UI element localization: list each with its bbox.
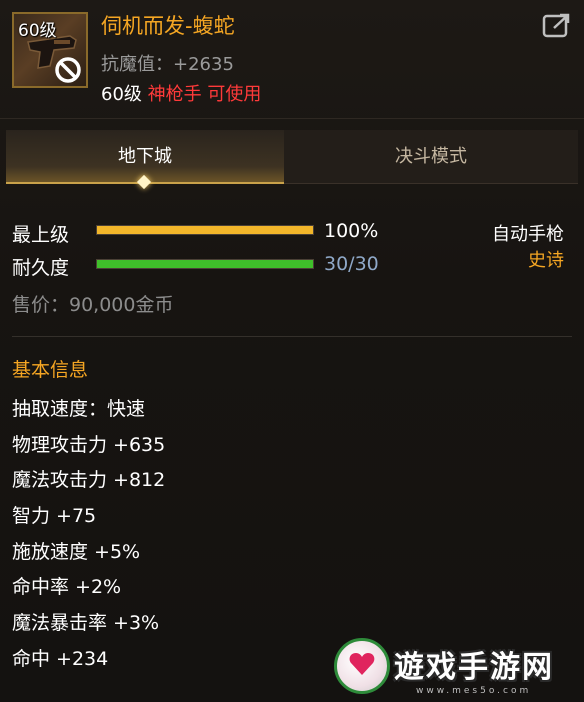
grade-bar [96, 225, 314, 235]
item-magic-resist: 抗魔值：+2635 [101, 54, 234, 75]
watermark-text: 遊戏手游网 [394, 650, 554, 685]
sell-price: 售价：90,000金币 [12, 294, 174, 316]
item-icon-frame[interactable]: 60级 [12, 12, 88, 88]
required-level: 60级 [101, 84, 142, 105]
tab-pvp[interactable]: 决斗模式 [284, 130, 578, 184]
item-level-badge: 60级 [18, 21, 57, 41]
item-requirement: 60级 神枪手 可使用 [101, 80, 261, 106]
attr-magic-crit: 魔法暴击率 +3% [12, 612, 160, 635]
grade-value: 100% [324, 220, 379, 242]
heart-logo-icon [349, 653, 375, 675]
attr-cast-speed: 施放速度 +5% [12, 540, 141, 563]
section-divider [12, 336, 572, 337]
item-name: 伺机而发-蝮蛇 [101, 14, 235, 38]
durability-value: 30/30 [324, 253, 379, 275]
durability-label: 耐久度 [12, 257, 70, 279]
attr-intelligence: 智力 +75 [12, 505, 97, 528]
durability-bar [96, 259, 314, 269]
attr-magic-attack: 魔法攻击力 +812 [12, 469, 166, 492]
item-header: 60级 伺机而发-蝮蛇 抗魔值：+2635 60级 神枪手 可使用 [0, 0, 584, 118]
site-watermark: 遊戏手游网 www.mes5o.com [326, 636, 584, 702]
attr-physical-attack: 物理攻击力 +635 [12, 433, 166, 456]
attribute-list: 抽取速度：快速 物理攻击力 +635 魔法攻击力 +812 智力 +75 施放速… [12, 394, 165, 680]
attr-draw-speed: 抽取速度：快速 [12, 398, 146, 420]
share-icon[interactable] [542, 12, 572, 38]
grade-label: 最上级 [12, 224, 70, 246]
forbidden-icon [55, 57, 81, 83]
attr-hit-rate: 命中率 +2% [12, 576, 122, 599]
durability-bar-fill [97, 260, 313, 268]
basic-info-title: 基本信息 [12, 359, 89, 381]
required-class: 神枪手 可使用 [147, 84, 262, 105]
rarity-label: 史诗 [528, 250, 564, 271]
weapon-type: 自动手枪 [492, 224, 564, 245]
item-tooltip-panel: 60级 伺机而发-蝮蛇 抗魔值：+2635 60级 神枪手 可使用 地下城 决斗… [0, 0, 584, 702]
watermark-url: www.mes5o.com [416, 686, 532, 696]
grade-bar-fill [97, 226, 313, 234]
mode-tabs: 地下城 决斗模式 [6, 130, 578, 190]
attr-accuracy: 命中 +234 [12, 647, 109, 670]
header-divider [0, 118, 584, 119]
